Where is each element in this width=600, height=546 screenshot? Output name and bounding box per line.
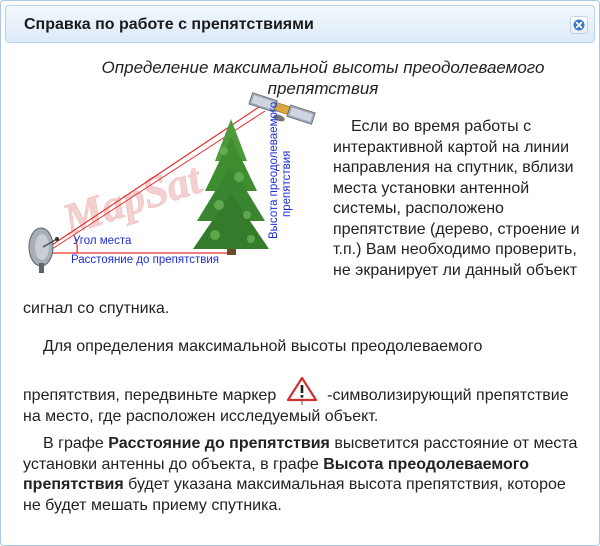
- close-icon: [573, 19, 585, 31]
- close-button[interactable]: [570, 16, 588, 34]
- paragraph-three-start: препятствия, передвиньте маркер: [23, 387, 277, 404]
- satellite-icon: [248, 92, 316, 125]
- dialog-titlebar: Справка по работе с препятствиями: [5, 5, 595, 43]
- subtitle-line1: Определение максимальной высоты преодоле…: [101, 58, 545, 77]
- paragraph-two-text: Для определения максимальной высоты прео…: [43, 338, 483, 355]
- height-label-line2: препятствия: [281, 151, 293, 217]
- p4-text-1: В графе: [43, 435, 109, 452]
- p4-bold-distance: Расстояние до препятствия: [108, 435, 330, 452]
- help-dialog: Справка по работе с препятствиями Опреде…: [0, 0, 600, 546]
- paragraph-four: В графе Расстояние до препятствия высвет…: [23, 434, 583, 516]
- paragraph-three: препятствия, передвиньте маркер -символи…: [23, 376, 583, 427]
- tree-icon: [193, 119, 269, 255]
- warning-marker-icon: [286, 376, 317, 405]
- dish-antenna-icon: [28, 227, 59, 273]
- distance-label: Расстояние до препятствия: [71, 254, 219, 266]
- paragraph-right: Если во время работы с интерактивной кар…: [333, 118, 580, 279]
- paragraph-two: Для определения максимальной высоты прео…: [23, 337, 583, 358]
- height-label-line1: Высота преодолеваемого: [268, 102, 280, 239]
- dialog-title: Справка по работе с препятствиями: [24, 16, 314, 33]
- obstacle-illustration: MapSat Угол места Расстояние до препятст…: [28, 92, 316, 273]
- paragraph-right-continued: сигнал со спутника.: [23, 300, 170, 317]
- watermark-text: MapSat: [56, 153, 209, 244]
- dialog-body: Определение максимальной высоты преодоле…: [1, 45, 599, 545]
- angle-label: Угол места: [73, 235, 132, 247]
